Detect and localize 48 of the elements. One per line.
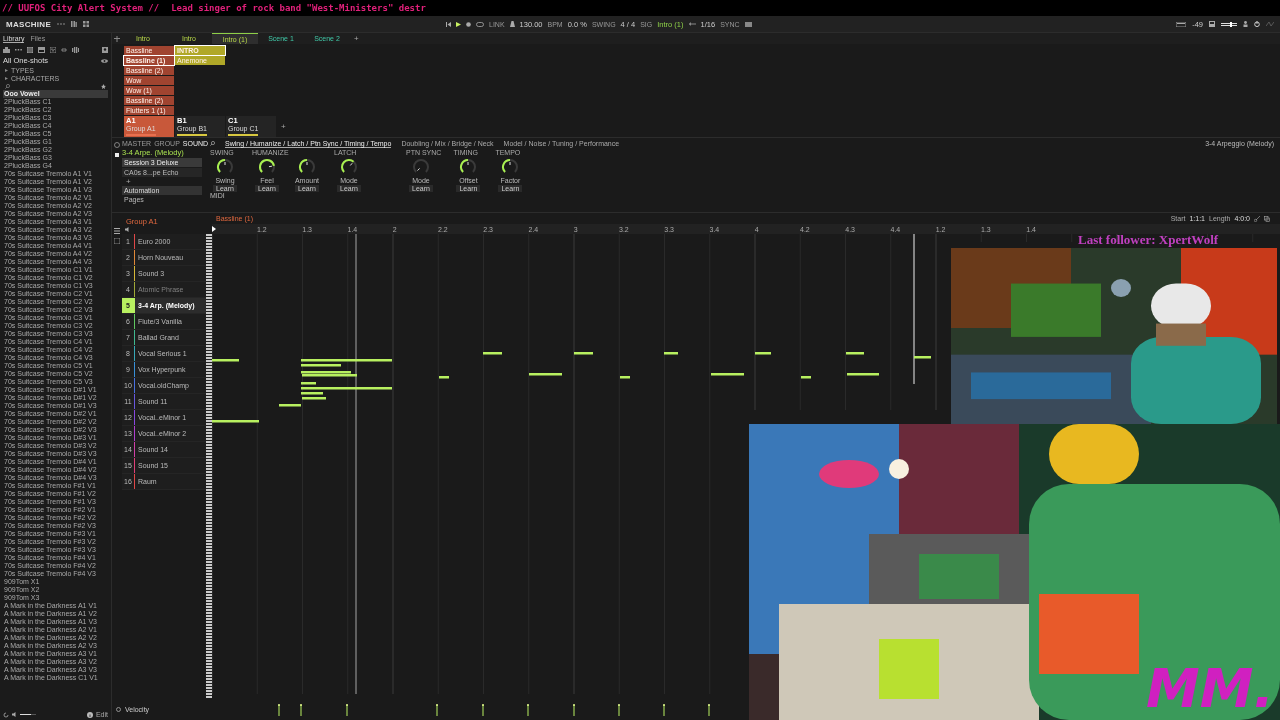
volume-slider-icon[interactable] xyxy=(1221,21,1237,27)
info-icon[interactable] xyxy=(86,711,93,718)
loop-icon[interactable] xyxy=(61,46,67,53)
record-icon[interactable] xyxy=(466,21,471,27)
instrument-icon[interactable] xyxy=(3,46,10,53)
person-icon[interactable] xyxy=(1243,21,1248,27)
skip-back-icon[interactable] xyxy=(446,21,451,27)
dots-icon[interactable] xyxy=(15,46,22,53)
piano-keyboard[interactable] xyxy=(206,234,212,698)
play-icon[interactable] xyxy=(456,21,461,27)
power-icon[interactable] xyxy=(1254,21,1260,27)
menu-dots-icon[interactable] xyxy=(57,22,66,26)
velocity-icon[interactable] xyxy=(116,706,121,712)
follow-icon[interactable] xyxy=(688,22,696,26)
news-ticker: Lead singer of rock band "West-Ministers" destr xyxy=(171,3,426,13)
midi-notes-drawing[interactable] xyxy=(212,352,931,423)
eye-icon[interactable] xyxy=(101,58,108,63)
scissors-icon[interactable] xyxy=(1254,215,1260,222)
app-logo: MASCHINE xyxy=(6,19,52,29)
arranger-tool-icon[interactable] xyxy=(114,35,120,42)
speaker-icon[interactable] xyxy=(125,226,130,232)
add-scene-button[interactable]: + xyxy=(350,34,363,43)
add-group-button[interactable]: + xyxy=(277,121,290,131)
grid-icon[interactable] xyxy=(83,21,90,27)
add-slot-button[interactable]: + xyxy=(122,177,135,186)
user-icon[interactable] xyxy=(102,46,108,53)
bars-icon[interactable] xyxy=(72,46,79,53)
cpu-meter-icon xyxy=(1176,21,1187,27)
channel-logo: MM. xyxy=(1146,662,1274,716)
search-icon[interactable] xyxy=(210,141,215,146)
search-icon[interactable] xyxy=(5,83,10,89)
waveform-icon[interactable] xyxy=(50,46,56,53)
clock-icon[interactable] xyxy=(114,142,120,148)
refresh-icon[interactable] xyxy=(3,711,9,718)
star-icon[interactable] xyxy=(101,83,106,89)
plug-icon[interactable] xyxy=(114,152,120,158)
grid-icon[interactable] xyxy=(27,46,33,53)
list-icon[interactable] xyxy=(114,228,120,234)
save-icon[interactable] xyxy=(1209,21,1215,27)
pad-icon[interactable] xyxy=(114,238,120,244)
duplicate-icon[interactable] xyxy=(1264,215,1270,222)
speaker-icon[interactable] xyxy=(12,712,17,717)
last-follower-text: Last follower: XpertWolf xyxy=(1078,232,1219,248)
metronome-icon[interactable] xyxy=(509,21,515,27)
loop-start-marker-icon[interactable] xyxy=(212,226,216,232)
loop-icon[interactable] xyxy=(476,21,484,27)
library-icon[interactable] xyxy=(71,21,78,27)
stream-title: // UUFOS City Alert System // xyxy=(2,3,160,13)
